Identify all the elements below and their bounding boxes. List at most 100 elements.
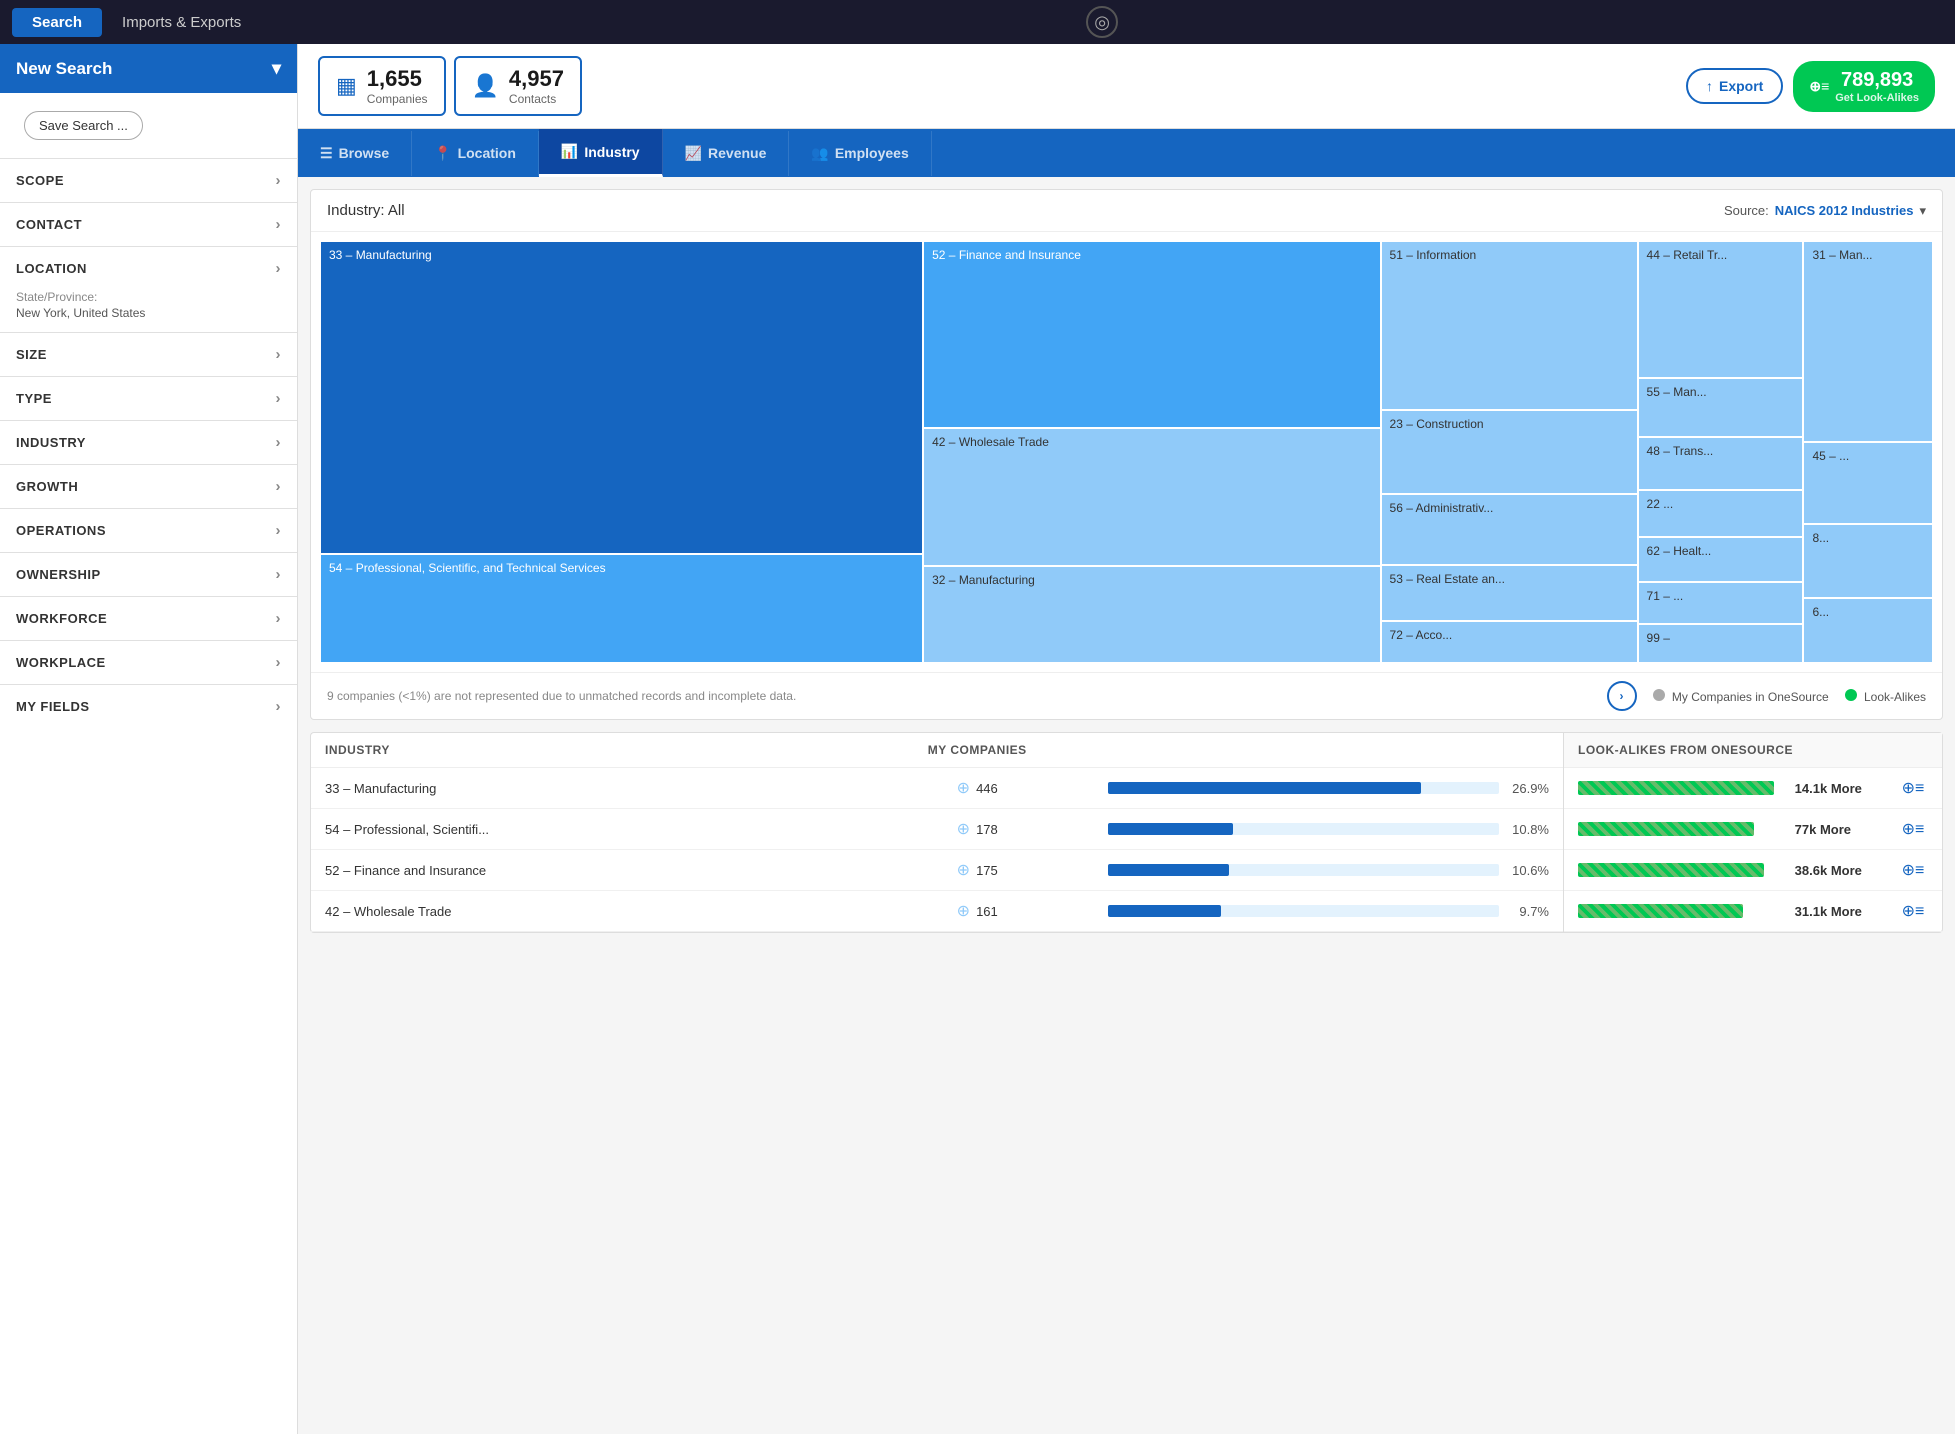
treemap-col-0: 33 – Manufacturing 54 – Professional, Sc… (321, 242, 922, 662)
treemap-cell-other-99[interactable]: 99 – (1639, 625, 1803, 662)
sidebar-section-operations: OPERATIONS› (0, 508, 297, 552)
sidebar-section-header-9[interactable]: WORKFORCE› (0, 597, 297, 640)
location-value: New York, United States (16, 306, 281, 320)
treemap-cell-administrative-56[interactable]: 56 – Administrativ... (1382, 495, 1637, 563)
export-label: Export (1719, 78, 1763, 94)
sidebar-section-label-7: OPERATIONS (16, 523, 106, 538)
contacts-icon: 👤 (472, 73, 499, 99)
search-tab[interactable]: Search (12, 8, 102, 37)
la-row-3[interactable]: 31.1k More ⊕≡ (1564, 891, 1942, 932)
la-btn-icon-2[interactable]: ⊕≡ (1902, 860, 1925, 880)
look-alikes-button[interactable]: ⊕≡ 789,893 Get Look-Alikes (1793, 61, 1935, 112)
main-layout: New Search ▾ Save Search ... SCOPE›CONTA… (0, 44, 1955, 1434)
companies-label: Companies (367, 92, 428, 106)
crosshair-icon-3[interactable]: ⊕ (957, 901, 970, 921)
save-search-button[interactable]: Save Search ... (24, 111, 143, 140)
la-row-1[interactable]: 77k More ⊕≡ (1564, 809, 1942, 850)
location-tab-icon: 📍 (434, 145, 451, 162)
treemap-cell-manufacturing-31[interactable]: 31 – Man... (1804, 242, 1932, 441)
treemap-cell-accommodation-72[interactable]: 72 – Acco... (1382, 622, 1637, 662)
sidebar-section-header-4[interactable]: TYPE› (0, 377, 297, 420)
treemap-cell-information-51[interactable]: 51 – Information (1382, 242, 1637, 409)
sidebar-section-header-6[interactable]: GROWTH› (0, 465, 297, 508)
treemap-cell-realestate-53[interactable]: 53 – Real Estate an... (1382, 566, 1637, 620)
treemap-cell-6x[interactable]: 6... (1804, 599, 1932, 662)
crosshair-icon-1[interactable]: ⊕ (957, 819, 970, 839)
sidebar-section-header-1[interactable]: CONTACT› (0, 203, 297, 246)
treemap-col-4: 31 – Man... 45 – ... 8... 6... (1804, 242, 1932, 662)
sidebar-section-label-11: MY FIELDS (16, 699, 90, 714)
sidebar-header-chevron: ▾ (272, 58, 281, 79)
treemap-cell-professional-54[interactable]: 54 – Professional, Scientific, and Techn… (321, 555, 922, 662)
sidebar-section-chevron-8: › (276, 566, 282, 583)
bar-col-1 (1108, 823, 1499, 835)
sidebar-section-type: TYPE› (0, 376, 297, 420)
treemap-cell-arts-71[interactable]: 71 – ... (1639, 583, 1803, 623)
look-alikes-icon: ⊕≡ (1809, 78, 1829, 95)
pct-col-3: 9.7% (1499, 904, 1549, 919)
source-value: NAICS 2012 Industries (1775, 203, 1914, 218)
sidebar-section-header-5[interactable]: INDUSTRY› (0, 421, 297, 464)
sidebar-section-header-2[interactable]: LOCATION› (0, 247, 297, 290)
sidebar-section-label-9: WORKFORCE (16, 611, 107, 626)
la-btn-2[interactable]: ⊕≡ (1898, 860, 1928, 880)
sidebar-section-header-0[interactable]: SCOPE› (0, 159, 297, 202)
nav-tab-employees[interactable]: 👥Employees (789, 131, 931, 176)
table-row-0[interactable]: 33 – Manufacturing ⊕ 446 26.9% (311, 768, 1563, 809)
treemap-cell-retail-44[interactable]: 44 – Retail Tr... (1639, 242, 1803, 377)
imports-tab[interactable]: Imports & Exports (102, 8, 261, 37)
nav-tab-location[interactable]: 📍 Location (412, 131, 539, 176)
treemap-cell-manufacturing-32[interactable]: 32 – Manufacturing (924, 567, 1379, 662)
sidebar-section-header-3[interactable]: SIZE› (0, 333, 297, 376)
location-tab-label: Location (458, 145, 516, 161)
nav-tab-browse[interactable]: ☰Browse (298, 131, 412, 176)
location-sublabel: State/Province: (16, 290, 281, 304)
treemap-cell-construction-23[interactable]: 23 – Construction (1382, 411, 1637, 493)
treemap-cell-retail2-45[interactable]: 45 – ... (1804, 443, 1932, 523)
sidebar-section-chevron-10: › (276, 654, 282, 671)
my-co-count-3: ⊕ 161 (847, 901, 1108, 921)
crosshair-icon-2[interactable]: ⊕ (957, 860, 970, 880)
companies-icon: ▦ (336, 73, 357, 99)
sidebar-section-header-8[interactable]: OWNERSHIP › (0, 553, 297, 596)
nav-tab-industry[interactable]: 📊Industry (539, 129, 663, 177)
treemap-cell-8x[interactable]: 8... (1804, 525, 1932, 597)
source-selector[interactable]: Source: NAICS 2012 Industries ▾ (1724, 203, 1926, 219)
treemap-cell-wholesale-42[interactable]: 42 – Wholesale Trade (924, 429, 1379, 565)
export-button[interactable]: ↑ Export (1686, 68, 1783, 104)
employees-tab-label: Employees (835, 145, 909, 161)
la-bar-col-2 (1578, 861, 1785, 879)
chart-legend: My Companies in OneSource Look-Alikes (1653, 689, 1926, 704)
sidebar-section-label-8: OWNERSHIP (16, 567, 101, 582)
table-row-2[interactable]: 52 – Finance and Insurance ⊕ 175 10.6% (311, 850, 1563, 891)
sidebar-section-header-11[interactable]: MY FIELDS› (0, 685, 297, 728)
treemap-cell-management-55[interactable]: 55 – Man... (1639, 379, 1803, 436)
sidebar-section-workplace: WORKPLACE› (0, 640, 297, 684)
la-btn-0[interactable]: ⊕≡ (1898, 778, 1928, 798)
treemap-cell-finance-52[interactable]: 52 – Finance and Insurance (924, 242, 1379, 427)
sidebar-header[interactable]: New Search ▾ (0, 44, 297, 93)
la-row-0[interactable]: 14.1k More ⊕≡ (1564, 768, 1942, 809)
treemap-cell-health-62[interactable]: 62 – Healt... (1639, 538, 1803, 581)
nav-tab-revenue[interactable]: 📈Revenue (663, 131, 790, 176)
treemap-cell-transport-48[interactable]: 48 – Trans... (1639, 438, 1803, 489)
table-row-3[interactable]: 42 – Wholesale Trade ⊕ 161 9.7% (311, 891, 1563, 932)
my-co-count-0: ⊕ 446 (847, 778, 1108, 798)
sidebar-section-header-10[interactable]: WORKPLACE› (0, 641, 297, 684)
stats-bar: ▦ 1,655 Companies 👤 4,957 Contacts ↑ Exp… (298, 44, 1955, 129)
la-btn-icon-3[interactable]: ⊕≡ (1902, 901, 1925, 921)
sidebar-section-header-7[interactable]: OPERATIONS› (0, 509, 297, 552)
la-btn-icon-0[interactable]: ⊕≡ (1902, 778, 1925, 798)
treemap-cell-manufacturing-33[interactable]: 33 – Manufacturing (321, 242, 922, 553)
content-area: ▦ 1,655 Companies 👤 4,957 Contacts ↑ Exp… (298, 44, 1955, 1434)
crosshair-icon-0[interactable]: ⊕ (957, 778, 970, 798)
treemap-cell-utilities-22[interactable]: 22 ... (1639, 491, 1803, 537)
la-row-2[interactable]: 38.6k More ⊕≡ (1564, 850, 1942, 891)
sidebar-section-label-3: SIZE (16, 347, 47, 362)
sidebar-section-chevron-4: › (276, 390, 282, 407)
chart-forward-button[interactable]: › (1607, 681, 1637, 711)
la-btn-3[interactable]: ⊕≡ (1898, 901, 1928, 921)
la-btn-1[interactable]: ⊕≡ (1898, 819, 1928, 839)
table-row-1[interactable]: 54 – Professional, Scientifi... ⊕ 178 10… (311, 809, 1563, 850)
la-btn-icon-1[interactable]: ⊕≡ (1902, 819, 1925, 839)
